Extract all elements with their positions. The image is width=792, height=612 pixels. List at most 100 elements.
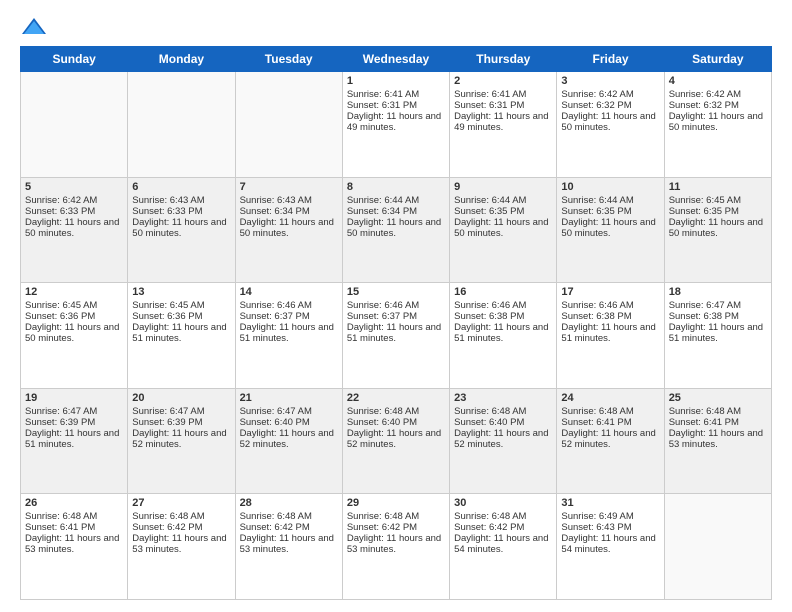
- daylight-text: Daylight: 11 hours and 53 minutes.: [240, 533, 338, 555]
- sunrise-text: Sunrise: 6:48 AM: [132, 511, 230, 522]
- page: SundayMondayTuesdayWednesdayThursdayFrid…: [0, 0, 792, 612]
- sunset-text: Sunset: 6:36 PM: [25, 311, 123, 322]
- calendar-cell: 10Sunrise: 6:44 AMSunset: 6:35 PMDayligh…: [557, 177, 664, 283]
- daylight-text: Daylight: 11 hours and 52 minutes.: [454, 428, 552, 450]
- header: [20, 16, 772, 38]
- daylight-text: Daylight: 11 hours and 54 minutes.: [561, 533, 659, 555]
- daylight-text: Daylight: 11 hours and 51 minutes.: [347, 322, 445, 344]
- sunset-text: Sunset: 6:33 PM: [132, 206, 230, 217]
- calendar-cell: 8Sunrise: 6:44 AMSunset: 6:34 PMDaylight…: [342, 177, 449, 283]
- sunrise-text: Sunrise: 6:46 AM: [347, 300, 445, 311]
- calendar-cell: 2Sunrise: 6:41 AMSunset: 6:31 PMDaylight…: [450, 72, 557, 178]
- daylight-text: Daylight: 11 hours and 52 minutes.: [561, 428, 659, 450]
- day-number: 15: [347, 286, 445, 298]
- daylight-text: Daylight: 11 hours and 51 minutes.: [669, 322, 767, 344]
- day-number: 16: [454, 286, 552, 298]
- calendar-cell: [21, 72, 128, 178]
- sunset-text: Sunset: 6:31 PM: [454, 100, 552, 111]
- calendar-table: SundayMondayTuesdayWednesdayThursdayFrid…: [20, 46, 772, 600]
- sunset-text: Sunset: 6:39 PM: [25, 417, 123, 428]
- sunrise-text: Sunrise: 6:42 AM: [25, 195, 123, 206]
- sunrise-text: Sunrise: 6:47 AM: [669, 300, 767, 311]
- sunrise-text: Sunrise: 6:48 AM: [669, 406, 767, 417]
- day-number: 25: [669, 392, 767, 404]
- day-number: 1: [347, 75, 445, 87]
- calendar-cell: 4Sunrise: 6:42 AMSunset: 6:32 PMDaylight…: [664, 72, 771, 178]
- day-number: 3: [561, 75, 659, 87]
- calendar-cell: 15 Sunrise: 6:46 AMSunset: 6:37 PMDayligh…: [342, 283, 449, 389]
- day-number: 9: [454, 181, 552, 193]
- day-number: 6: [132, 181, 230, 193]
- sunset-text: Sunset: 6:34 PM: [240, 206, 338, 217]
- day-number: 11: [669, 181, 767, 193]
- sunrise-text: Sunrise: 6:42 AM: [561, 89, 659, 100]
- calendar-cell: 12Sunrise: 6:45 AMSunset: 6:36 PMDayligh…: [21, 283, 128, 389]
- daylight-text: Daylight: 11 hours and 51 minutes.: [561, 322, 659, 344]
- sunrise-text: Sunrise: 6:46 AM: [240, 300, 338, 311]
- calendar-cell: 28Sunrise: 6:48 AMSunset: 6:42 PMDayligh…: [235, 494, 342, 600]
- calendar-cell: 3Sunrise: 6:42 AMSunset: 6:32 PMDaylight…: [557, 72, 664, 178]
- calendar-cell: 20Sunrise: 6:47 AMSunset: 6:39 PMDayligh…: [128, 388, 235, 494]
- sunrise-text: Sunrise: 6:41 AM: [347, 89, 445, 100]
- calendar-cell: 7Sunrise: 6:43 AMSunset: 6:34 PMDaylight…: [235, 177, 342, 283]
- sunset-text: Sunset: 6:37 PM: [347, 311, 445, 322]
- calendar-cell: 16Sunrise: 6:46 AMSunset: 6:38 PMDayligh…: [450, 283, 557, 389]
- day-number: 12: [25, 286, 123, 298]
- daylight-text: Daylight: 11 hours and 53 minutes.: [132, 533, 230, 555]
- daylight-text: Daylight: 11 hours and 50 minutes.: [669, 111, 767, 133]
- calendar-cell: 31Sunrise: 6:49 AMSunset: 6:43 PMDayligh…: [557, 494, 664, 600]
- sunrise-text: Sunrise: 6:49 AM: [561, 511, 659, 522]
- sunrise-text: Sunrise: 6:45 AM: [669, 195, 767, 206]
- day-number: 8: [347, 181, 445, 193]
- daylight-text: Daylight: 11 hours and 50 minutes.: [454, 217, 552, 239]
- day-number: 4: [669, 75, 767, 87]
- sunset-text: Sunset: 6:41 PM: [561, 417, 659, 428]
- sunrise-text: Sunrise: 6:48 AM: [454, 511, 552, 522]
- calendar-cell: [235, 72, 342, 178]
- daylight-text: Daylight: 11 hours and 51 minutes.: [25, 428, 123, 450]
- calendar-cell: 5Sunrise: 6:42 AMSunset: 6:33 PMDaylight…: [21, 177, 128, 283]
- day-number: 18: [669, 286, 767, 298]
- day-number: 22: [347, 392, 445, 404]
- daylight-text: Daylight: 11 hours and 53 minutes.: [25, 533, 123, 555]
- sunset-text: Sunset: 6:40 PM: [347, 417, 445, 428]
- sunset-text: Sunset: 6:35 PM: [454, 206, 552, 217]
- daylight-text: Daylight: 11 hours and 49 minutes.: [347, 111, 445, 133]
- sunrise-text: Sunrise: 6:45 AM: [132, 300, 230, 311]
- sunset-text: Sunset: 6:33 PM: [25, 206, 123, 217]
- sunrise-text: Sunrise: 6:44 AM: [347, 195, 445, 206]
- sunrise-text: Sunrise: 6:43 AM: [240, 195, 338, 206]
- calendar-cell: [664, 494, 771, 600]
- calendar-cell: 24Sunrise: 6:48 AMSunset: 6:41 PMDayligh…: [557, 388, 664, 494]
- sunset-text: Sunset: 6:37 PM: [240, 311, 338, 322]
- header-row: SundayMondayTuesdayWednesdayThursdayFrid…: [21, 47, 772, 72]
- day-number: 29: [347, 497, 445, 509]
- daylight-text: Daylight: 11 hours and 52 minutes.: [240, 428, 338, 450]
- calendar-cell: 22Sunrise: 6:48 AMSunset: 6:40 PMDayligh…: [342, 388, 449, 494]
- calendar-cell: 29Sunrise: 6:48 AMSunset: 6:42 PMDayligh…: [342, 494, 449, 600]
- daylight-text: Daylight: 11 hours and 50 minutes.: [132, 217, 230, 239]
- day-header-saturday: Saturday: [664, 47, 771, 72]
- daylight-text: Daylight: 11 hours and 50 minutes.: [25, 217, 123, 239]
- sunrise-text: Sunrise: 6:46 AM: [454, 300, 552, 311]
- calendar-cell: 21Sunrise: 6:47 AMSunset: 6:40 PMDayligh…: [235, 388, 342, 494]
- calendar-cell: 30Sunrise: 6:48 AMSunset: 6:42 PMDayligh…: [450, 494, 557, 600]
- day-number: 30: [454, 497, 552, 509]
- day-number: 28: [240, 497, 338, 509]
- day-header-tuesday: Tuesday: [235, 47, 342, 72]
- sunrise-text: Sunrise: 6:48 AM: [454, 406, 552, 417]
- day-number: 21: [240, 392, 338, 404]
- sunrise-text: Sunrise: 6:48 AM: [240, 511, 338, 522]
- sunrise-text: Sunrise: 6:47 AM: [240, 406, 338, 417]
- daylight-text: Daylight: 11 hours and 51 minutes.: [132, 322, 230, 344]
- calendar-cell: 1Sunrise: 6:41 AMSunset: 6:31 PMDaylight…: [342, 72, 449, 178]
- daylight-text: Daylight: 11 hours and 54 minutes.: [454, 533, 552, 555]
- calendar-cell: 27Sunrise: 6:48 AMSunset: 6:42 PMDayligh…: [128, 494, 235, 600]
- day-number: 20: [132, 392, 230, 404]
- sunset-text: Sunset: 6:42 PM: [132, 522, 230, 533]
- daylight-text: Daylight: 11 hours and 53 minutes.: [347, 533, 445, 555]
- week-row-3: 12Sunrise: 6:45 AMSunset: 6:36 PMDayligh…: [21, 283, 772, 389]
- sunrise-text: Sunrise: 6:44 AM: [454, 195, 552, 206]
- calendar-cell: 19Sunrise: 6:47 AMSunset: 6:39 PMDayligh…: [21, 388, 128, 494]
- sunrise-text: Sunrise: 6:45 AM: [25, 300, 123, 311]
